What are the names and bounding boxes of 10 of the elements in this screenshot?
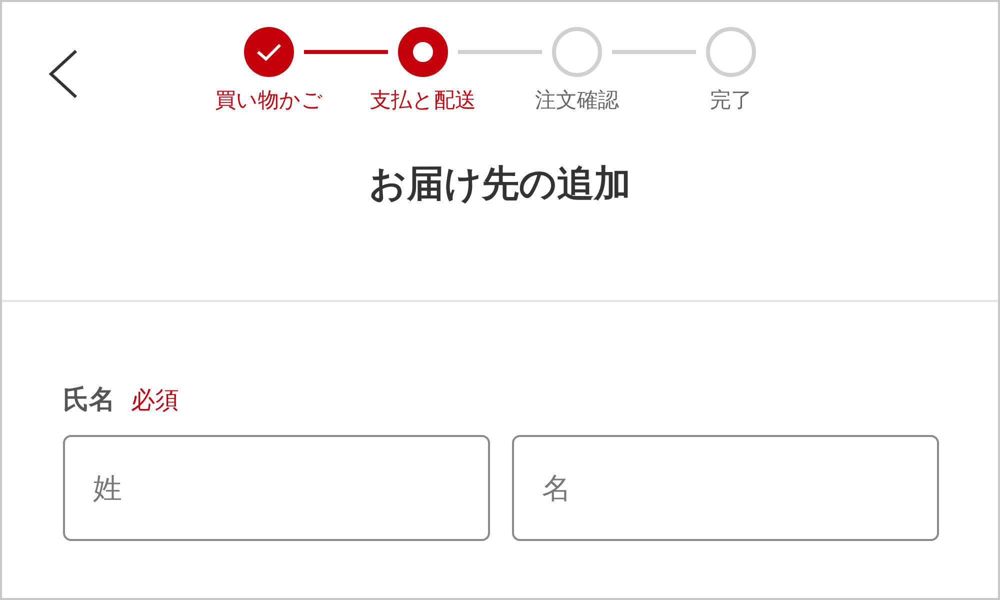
step-label: 支払と配送 — [369, 87, 477, 114]
input-field[interactable]: 名 — [512, 435, 939, 541]
required-label: 必須 — [131, 385, 179, 416]
field-label: 氏名 — [63, 384, 115, 417]
step-label: 完了 — [709, 87, 753, 114]
step-label: 買い物かご — [214, 87, 324, 114]
page-title: お届け先の追加 — [369, 161, 631, 207]
step-label: 注文確認 — [534, 87, 620, 114]
input-field[interactable]: 姓 — [63, 435, 490, 541]
back-icon[interactable] — [46, 48, 80, 100]
